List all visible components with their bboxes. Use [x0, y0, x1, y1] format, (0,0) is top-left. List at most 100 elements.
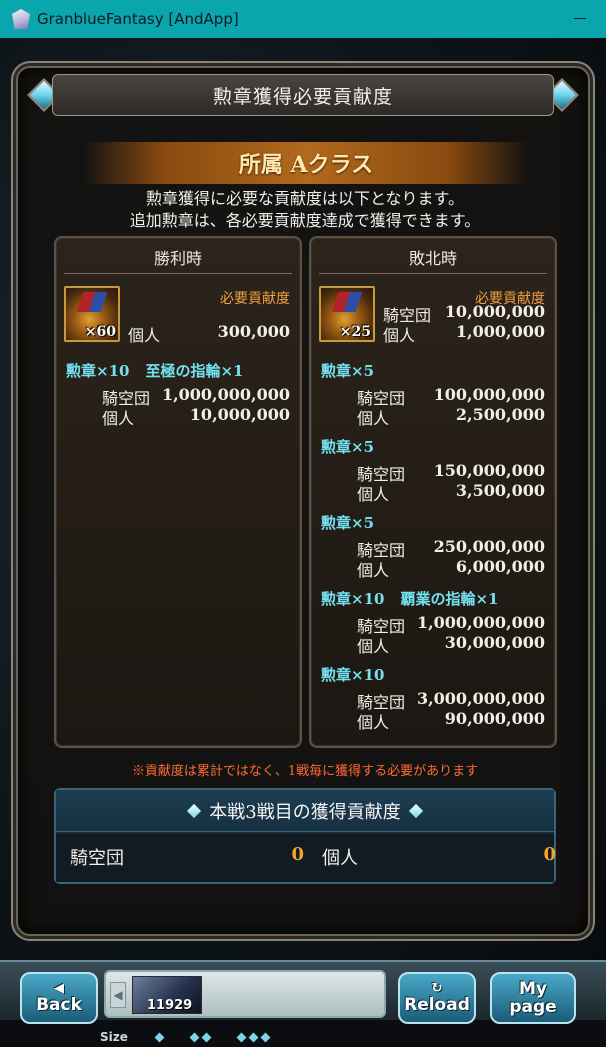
requirement-row: 個人 6,000,000: [357, 557, 545, 580]
requirement-key: 個人: [357, 409, 390, 428]
requirement-key: 騎空団: [383, 306, 432, 325]
class-label: 所属 Aクラス: [238, 152, 374, 178]
requirement-row: 個人 3,500,000: [357, 481, 545, 504]
thumbnail-strip[interactable]: ◀ 11929: [104, 970, 386, 1018]
intro-line: 追加勲章は、各必要貢献度達成で獲得できます。: [129, 211, 481, 230]
requirement-value: 90,000,000: [444, 709, 545, 728]
victory-panel: 勝利時 ×60 必要貢献度個人 300,000 勲章×10 至極の指輪×1 騎空団 1,000…: [54, 236, 302, 748]
requirement-value: 30,000,000: [444, 633, 545, 652]
thumbnail-number: 11929: [147, 998, 193, 1013]
reward-medals: 勲章×10: [321, 666, 385, 684]
requirement-value: 6,000,000: [455, 557, 545, 576]
crew-label: 騎空団: [70, 848, 124, 869]
back-button[interactable]: ◀ Back: [20, 972, 98, 1024]
thumbnail-card[interactable]: 11929: [132, 976, 202, 1014]
reward-line: 勲章×10 至極の指輪×1: [66, 360, 243, 381]
size-selector: Size: [100, 1030, 271, 1044]
class-banner: 所属 Aクラス: [84, 142, 528, 184]
requirement-value: 10,000,000: [189, 405, 290, 424]
requirement-value: 10,000,000: [444, 302, 545, 321]
reward-medals: 勲章×10: [66, 362, 130, 380]
requirement-key: 個人: [357, 637, 390, 656]
requirement-key: 騎空団: [357, 541, 406, 560]
requirement-value: 3,000,000,000: [416, 689, 545, 708]
reward-item: 至極の指輪×1: [145, 362, 244, 380]
battle-values: 騎空団 0 個人 0: [56, 834, 556, 882]
requirement-row: 騎空団 100,000,000: [357, 385, 545, 408]
requirement-value: 3,500,000: [455, 481, 545, 500]
reward-line: 勲章×10: [321, 664, 384, 685]
size-small-option[interactable]: [154, 1032, 165, 1042]
battle-contribution-box: 本戦3戦目の獲得貢献度 騎空団 0 個人 0: [54, 788, 556, 884]
size-label: Size: [100, 1030, 128, 1044]
dialog-title: 勲章獲得必要貢献度: [212, 85, 393, 108]
mypage-label-line: My: [519, 979, 547, 999]
reward-medals: 勲章×5: [321, 362, 375, 380]
reward-line: 勲章×10 覇業の指輪×1: [321, 588, 498, 609]
medal-icon: ×25: [319, 286, 375, 342]
requirement-key: 騎空団: [357, 617, 406, 636]
panel-header: 敗北時: [319, 244, 547, 274]
reload-icon: ↻: [431, 981, 443, 996]
mypage-button[interactable]: My page: [490, 972, 576, 1024]
left-arrow-icon: ◀: [54, 981, 64, 996]
reward-medals: 勲章×10: [321, 590, 385, 608]
dialog-header: 勲章獲得必要貢献度: [52, 74, 554, 116]
medal-quantity: ×60: [84, 324, 116, 340]
window-titlebar: GranblueFantasy [AndApp]: [0, 0, 606, 38]
requirement-value: 150,000,000: [433, 461, 545, 480]
ribbon-icon: [76, 292, 108, 312]
bottom-nav: ◀ Back ◀ 11929 ↻ Reload My page Size: [0, 930, 606, 1047]
requirement-row: 個人 10,000,000: [102, 405, 290, 428]
requirement-value: 1,000,000: [455, 322, 545, 341]
app-icon: [12, 9, 30, 29]
size-large-option[interactable]: [236, 1032, 271, 1042]
requirement-row: 個人 1,000,000: [383, 322, 545, 345]
requirement-row: 騎空団 250,000,000: [357, 537, 545, 560]
requirement-row: 個人 2,500,000: [357, 405, 545, 428]
reward-item: 覇業の指輪×1: [400, 590, 499, 608]
panel-header: 勝利時: [64, 244, 292, 274]
battle-header: 本戦3戦目の獲得貢献度: [56, 790, 554, 832]
requirement-key: 個人: [383, 326, 416, 345]
minimize-button[interactable]: [574, 18, 586, 19]
contribution-dialog: 勲章獲得必要貢献度 所属 Aクラス 勲章獲得に必要な貢献度は以下となります。 追…: [16, 66, 590, 936]
personal-label: 個人: [322, 848, 358, 869]
strip-left-arrow-icon[interactable]: ◀: [110, 982, 126, 1008]
intro-line: 勲章獲得に必要な貢献度は以下となります。: [146, 189, 464, 208]
game-stage: 勲章獲得必要貢献度 所属 Aクラス 勲章獲得に必要な貢献度は以下となります。 追…: [0, 38, 606, 1044]
window-title: GranblueFantasy [AndApp]: [37, 10, 239, 28]
requirement-row: 騎空団 1,000,000,000: [102, 385, 290, 408]
reward-line: 勲章×5: [321, 436, 374, 457]
requirement-key: 個人: [357, 713, 390, 732]
reload-label: Reload: [404, 995, 470, 1015]
reward-line: 勲章×5: [321, 512, 374, 533]
back-label: Back: [36, 995, 82, 1015]
requirement-key: 騎空団: [357, 389, 406, 408]
requirement-value: 100,000,000: [433, 385, 545, 404]
defeat-panel: 敗北時 ×25 必要貢献度 騎空団 10,000,000 個人 1,000,000 勲章×5 騎…: [309, 236, 557, 748]
requirement-value: 1,000,000,000: [161, 385, 290, 404]
reward-medals: 勲章×5: [321, 514, 375, 532]
mypage-label-line: page: [509, 997, 557, 1017]
required-label: 必要貢献度: [220, 291, 290, 307]
requirement-row: 騎空団 10,000,000: [383, 302, 545, 325]
reward-medals: 勲章×5: [321, 438, 375, 456]
requirement-row: 個人 300,000: [128, 322, 290, 345]
crew-value: 0: [291, 844, 304, 865]
size-medium-option[interactable]: [189, 1032, 212, 1042]
medal-icon: ×60: [64, 286, 120, 342]
personal-value: 0: [543, 844, 556, 865]
requirement-key: 騎空団: [102, 389, 151, 408]
reload-button[interactable]: ↻ Reload: [398, 972, 476, 1024]
cumulative-note: ※貢献度は累計ではなく、1戦毎に獲得する必要があります: [131, 764, 479, 779]
requirement-key: 騎空団: [357, 693, 406, 712]
requirement-key: 個人: [357, 561, 390, 580]
requirement-row: 個人 90,000,000: [357, 709, 545, 732]
requirement-value: 1,000,000,000: [416, 613, 545, 632]
requirement-key: 騎空団: [357, 465, 406, 484]
diamond-gem-icon: [408, 803, 423, 818]
intro-text: 勲章獲得に必要な貢献度は以下となります。 追加勲章は、各必要貢献度達成で獲得でき…: [18, 188, 592, 232]
requirement-value: 2,500,000: [455, 405, 545, 424]
medal-quantity: ×25: [339, 324, 371, 340]
